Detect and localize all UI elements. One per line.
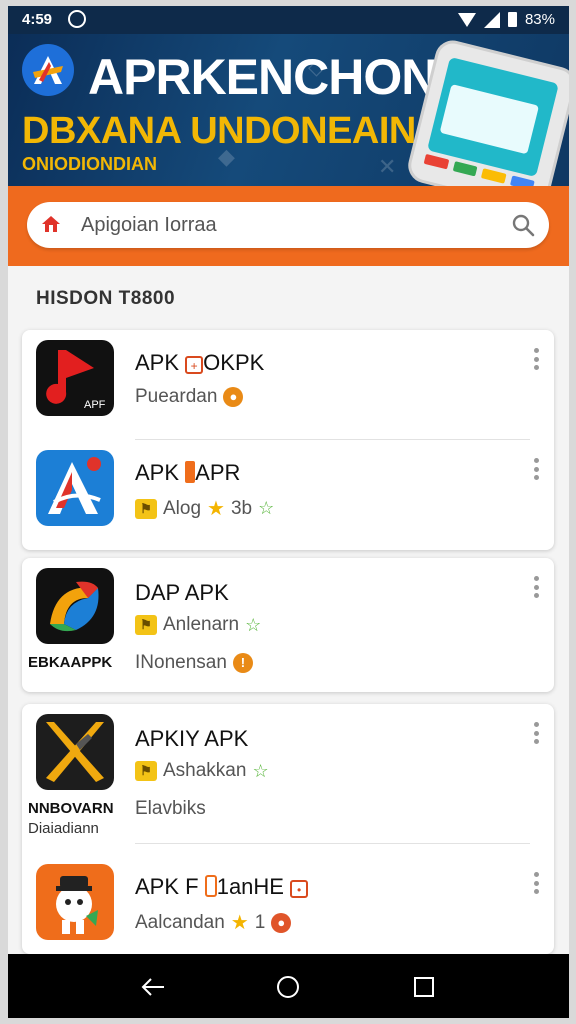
app-name: APK F 1anHE • [135, 874, 309, 900]
notification-icon [68, 10, 86, 28]
app-meta: Pueardan ● [135, 386, 244, 408]
home-store-icon [42, 216, 60, 232]
battery-percent: 83% [524, 11, 555, 28]
tag-icon: • [290, 880, 309, 898]
star-outline-icon: ☆ [258, 498, 275, 518]
more-options-icon[interactable] [534, 576, 540, 598]
badge-icon: ⚑ [135, 761, 157, 781]
app-list-card: EBKAAPPK DAP APK ⚑ Anlenarn ☆ INonensan … [22, 558, 554, 692]
status-bar: 4:59 83% [8, 6, 569, 34]
signal-icon [483, 11, 500, 28]
app-icon-label: APF [84, 399, 106, 411]
recents-icon[interactable] [411, 974, 437, 1000]
app-icon: APF [36, 340, 114, 416]
back-icon[interactable] [140, 974, 166, 1000]
phone-illustration-card [439, 84, 540, 155]
app-list-card: NNBOVARN Diaiadiann APKIY APK ⚑ Ashakkan… [22, 704, 554, 954]
badge-icon: ⚑ [135, 615, 157, 635]
app-meta: ⚑ Alog ★ 3b ☆ [135, 496, 274, 521]
battery-icon [507, 12, 517, 27]
section-header: HISDON T8800 [8, 266, 569, 328]
banner-title: APRKENCHONS [88, 49, 470, 105]
divider [135, 843, 530, 844]
app-list-card: APF APK + OKPK Pueardan ● APK APR ⚑ Alog… [22, 330, 554, 550]
star-outline-icon: ☆ [252, 760, 269, 781]
app-icon-caption-secondary: Diaiadiann [28, 820, 99, 837]
section-title: HISDON T8800 [36, 288, 176, 309]
star-icon: ★ [230, 912, 249, 934]
list-item[interactable]: APF APK + OKPK Pueardan ● [22, 330, 554, 440]
info-badge-icon: ● [223, 387, 244, 407]
app-meta: ⚑ Anlenarn ☆ [135, 614, 261, 636]
app-name: APK APR [135, 460, 241, 485]
more-options-icon[interactable] [534, 458, 540, 480]
app-icon [36, 450, 114, 526]
more-options-icon[interactable] [534, 872, 540, 894]
search-input[interactable]: Apigoian Iorraa [81, 214, 217, 237]
status-icons: 83% [457, 11, 555, 28]
star-icon: ★ [207, 498, 225, 520]
phone-screen: 4:59 83% ◆ ✕ ◇ APRKENCHONS DBXANA UNDONE… [8, 6, 569, 1018]
app-icon [36, 568, 114, 644]
decor-shape-icon: ✕ [378, 154, 397, 179]
status-time: 4:59 [22, 11, 53, 28]
badge-icon: ⚑ [135, 498, 157, 519]
app-icon [36, 714, 114, 790]
home-icon[interactable] [275, 974, 301, 1000]
app-meta: ⚑ Ashakkan ☆ [135, 760, 269, 782]
app-meta-secondary: Elavbiks [135, 798, 206, 819]
hero-banner[interactable]: ◆ ✕ ◇ APRKENCHONS DBXANA UNDONEAIN ONIOD… [8, 34, 569, 188]
app-logo-icon [22, 44, 74, 96]
more-options-icon[interactable] [534, 722, 540, 744]
app-name: APKIY APK [135, 726, 249, 751]
more-options-icon[interactable] [534, 348, 540, 370]
app-icon-caption: EBKAAPPK [28, 654, 113, 671]
tag-icon: + [185, 356, 204, 374]
tag-icon [185, 461, 196, 483]
app-icon [36, 864, 114, 940]
list-item[interactable]: APK F 1anHE • Aalcandan ★ 1 ● [22, 854, 554, 954]
info-badge-icon: ! [232, 653, 253, 673]
wifi-icon [457, 12, 476, 27]
app-name: APK + OKPK [135, 350, 265, 375]
app-meta: Aalcandan ★ 1 ● [135, 910, 292, 935]
system-nav-bar [8, 954, 569, 1018]
app-meta-secondary: INonensan ! [135, 652, 253, 674]
list-item[interactable]: EBKAAPPK DAP APK ⚑ Anlenarn ☆ INonensan … [22, 558, 554, 692]
search-icon[interactable] [511, 213, 535, 237]
info-badge-icon: ● [271, 912, 292, 933]
banner-small-text: ONIODIONDIAN [22, 154, 157, 174]
app-icon-caption: NNBOVARN [28, 800, 114, 817]
list-item[interactable]: APK APR ⚑ Alog ★ 3b ☆ [22, 440, 554, 550]
search-strip: Apigoian Iorraa [8, 186, 569, 266]
star-outline-icon: ☆ [245, 614, 262, 635]
tag-icon [204, 875, 217, 897]
app-name: DAP APK [135, 580, 229, 605]
banner-subtitle: DBXANA UNDONEAIN [22, 110, 416, 152]
list-item[interactable]: NNBOVARN Diaiadiann APKIY APK ⚑ Ashakkan… [22, 704, 554, 844]
search-bar[interactable]: Apigoian Iorraa [27, 202, 549, 248]
